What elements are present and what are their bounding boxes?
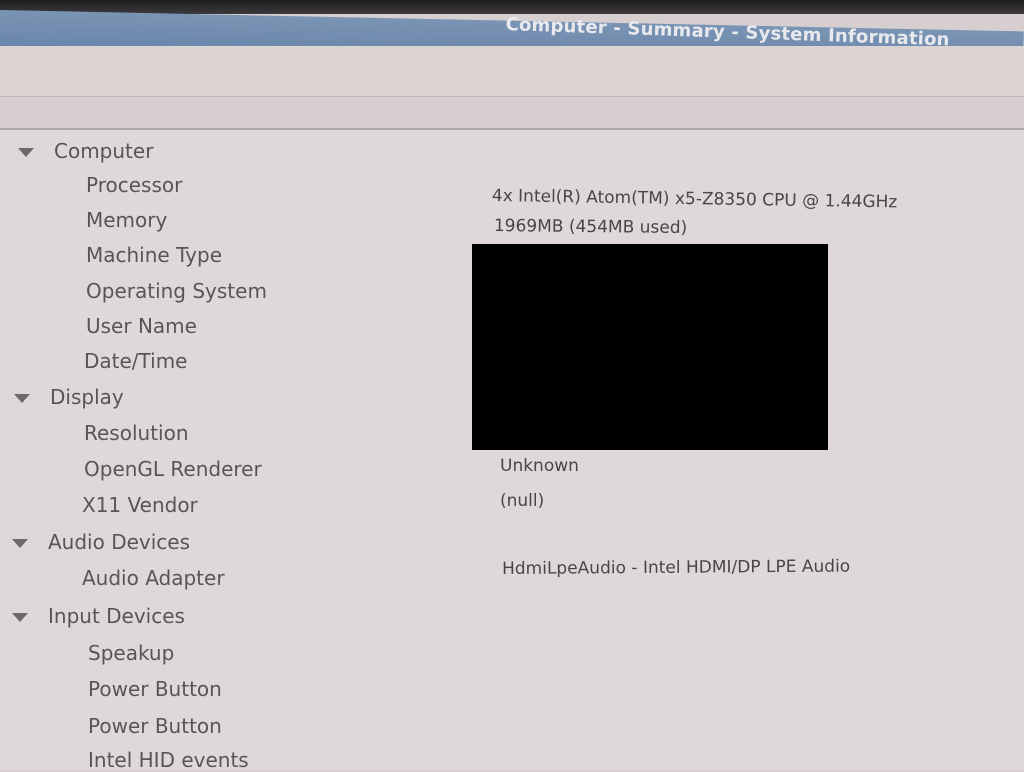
- triangle-down-icon[interactable]: [12, 539, 28, 548]
- tree-group-display[interactable]: Display: [14, 385, 124, 409]
- tree-item-memory[interactable]: Memory: [86, 208, 167, 232]
- tree-item-resolution[interactable]: Resolution: [84, 421, 189, 445]
- tree-group-input-devices[interactable]: Input Devices: [12, 604, 185, 628]
- tree-item-power-button[interactable]: Power Button: [88, 714, 222, 738]
- audio-adapter-value: HdmiLpeAudio - Intel HDMI/DP LPE Audio: [502, 556, 851, 579]
- opengl-renderer-value: Unknown: [500, 456, 579, 476]
- tree-item-x11-vendor[interactable]: X11 Vendor: [82, 493, 198, 517]
- tree-item-operating-system[interactable]: Operating System: [86, 279, 267, 303]
- tree-item-date-time[interactable]: Date/Time: [84, 349, 188, 373]
- toolbar-area: [0, 46, 1024, 97]
- tree-item-opengl-renderer[interactable]: OpenGL Renderer: [84, 457, 262, 481]
- triangle-down-icon[interactable]: [12, 613, 28, 622]
- redaction-box: [472, 244, 828, 450]
- x11-vendor-value: (null): [500, 491, 545, 511]
- tree-group-label: Input Devices: [48, 604, 185, 628]
- tree-item-processor[interactable]: Processor: [86, 173, 182, 197]
- screen-bezel: [0, 0, 1024, 14]
- tree-item-speakup[interactable]: Speakup: [88, 641, 174, 665]
- tree-group-label: Display: [50, 385, 124, 409]
- tree-item-machine-type[interactable]: Machine Type: [86, 243, 222, 267]
- tree-group-label: Audio Devices: [48, 530, 191, 554]
- tree-item-user-name[interactable]: User Name: [86, 314, 197, 338]
- triangle-down-icon[interactable]: [18, 148, 34, 157]
- tree-item-power-button[interactable]: Power Button: [88, 677, 222, 701]
- tree-group-audio-devices[interactable]: Audio Devices: [12, 530, 190, 554]
- tree-group-computer[interactable]: Computer: [18, 139, 153, 163]
- tree-item-audio-adapter[interactable]: Audio Adapter: [82, 566, 225, 590]
- tree-group-label: Computer: [54, 139, 154, 163]
- memory-value: 1969MB (454MB used): [493, 216, 688, 239]
- triangle-down-icon[interactable]: [14, 394, 30, 403]
- tree-item-intel-hid-events[interactable]: Intel HID events: [88, 748, 249, 772]
